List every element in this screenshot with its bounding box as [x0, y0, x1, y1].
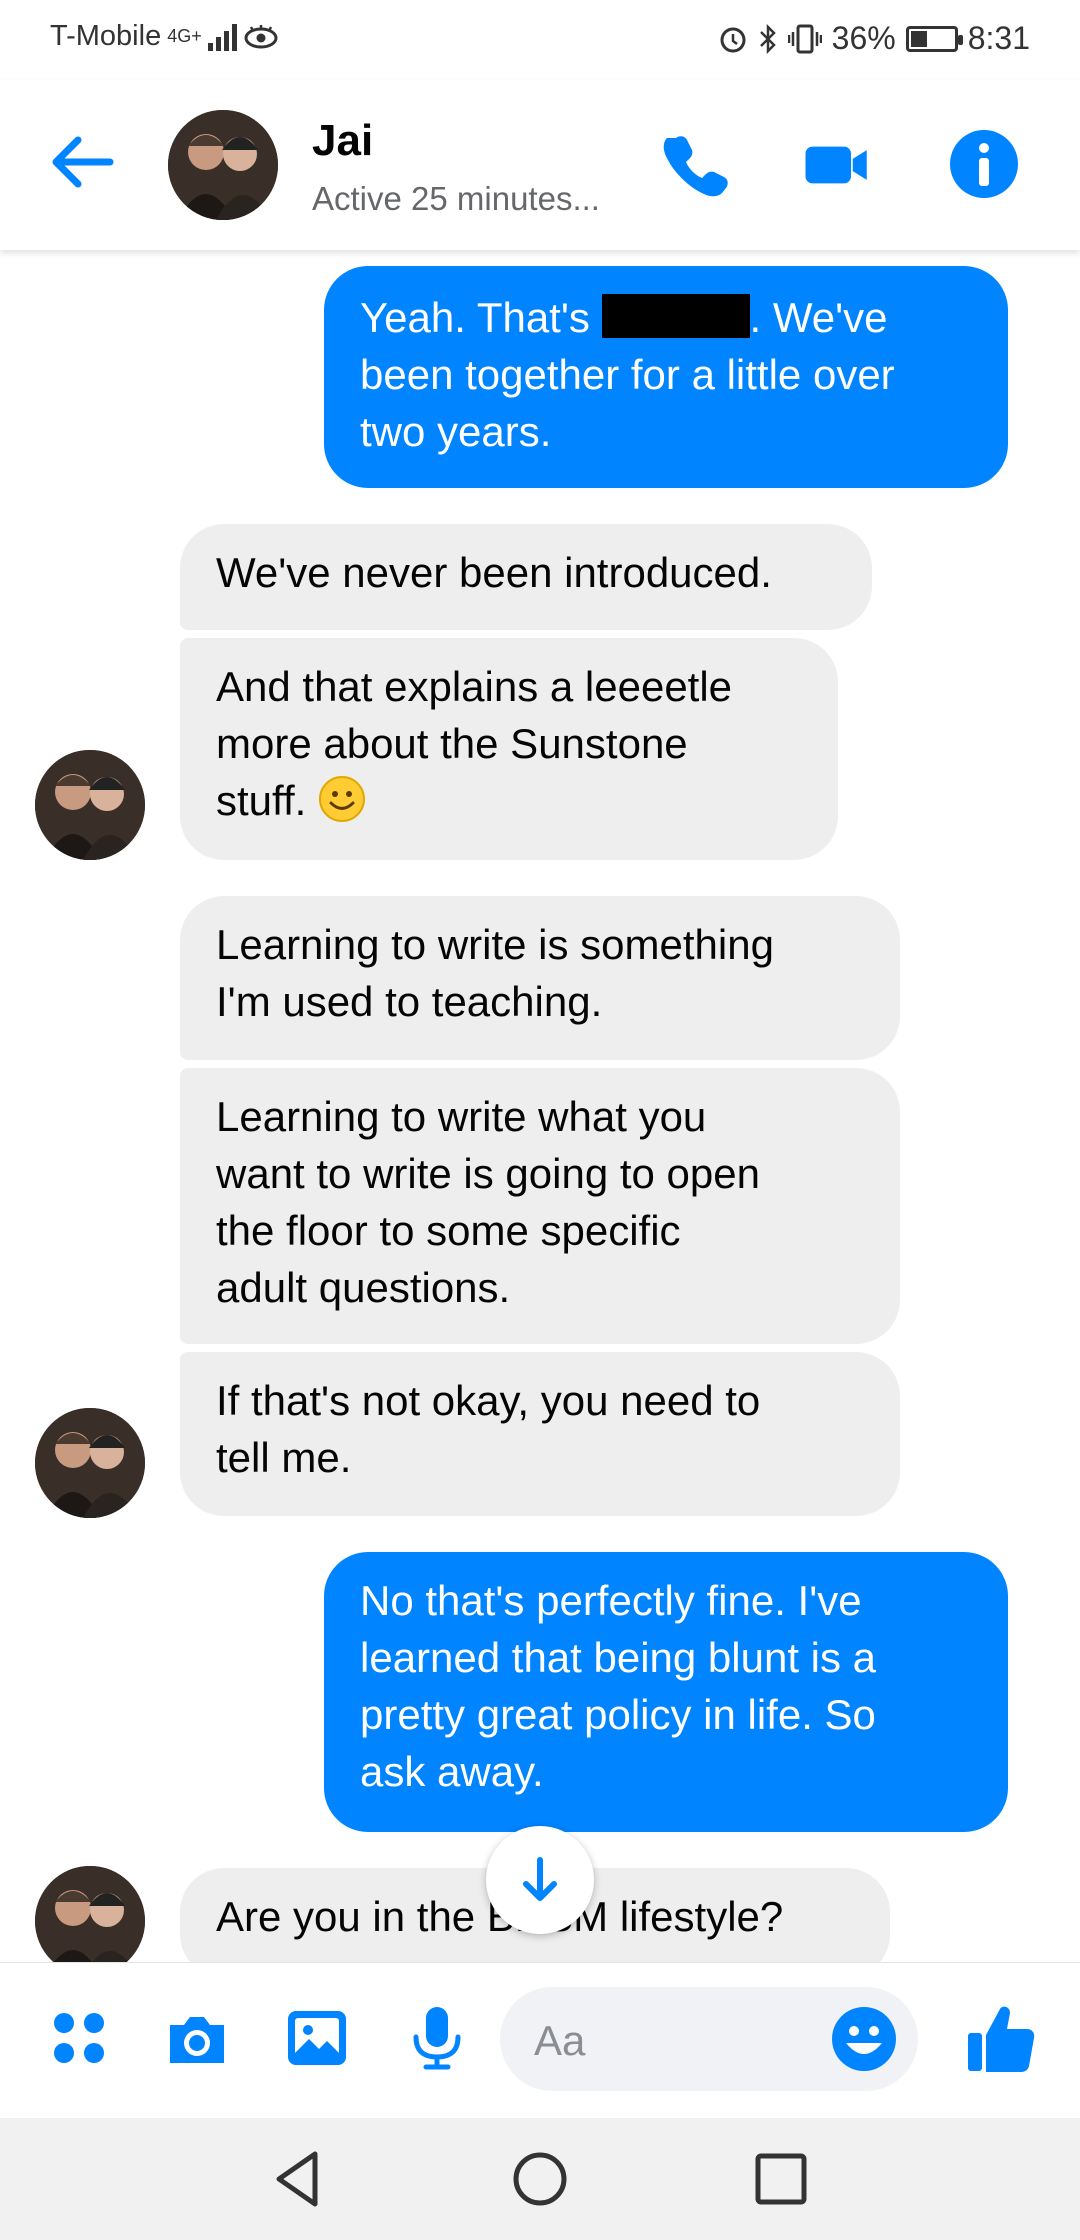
conversation-header: Jai Active 25 minutes...: [0, 80, 1080, 250]
battery-percent: 36%: [831, 20, 896, 56]
message-input-placeholder: Aa: [534, 2017, 586, 2064]
info-icon[interactable]: [948, 128, 1020, 200]
phone-icon[interactable]: [660, 130, 730, 200]
recents-nav-icon[interactable]: [748, 2146, 814, 2212]
eye-icon: [244, 24, 278, 48]
arrow-down-icon: [523, 1857, 557, 1901]
message-input[interactable]: Aa: [500, 1987, 918, 2091]
apps-grid-icon[interactable]: [44, 2003, 114, 2073]
home-nav-icon[interactable]: [507, 2146, 573, 2212]
message-bubble-outgoing[interactable]: No that's perfectly fine. I've learned t…: [324, 1552, 1008, 1832]
signal-icon: [207, 23, 237, 51]
system-navigation-bar: [0, 2118, 1080, 2240]
clock: 8:31: [967, 20, 1030, 56]
contact-avatar[interactable]: [168, 110, 278, 220]
emoji-icon[interactable]: [830, 2005, 898, 2073]
smiley-emoji-icon: [318, 776, 365, 822]
camera-icon[interactable]: [162, 2003, 232, 2073]
message-bubble-incoming[interactable]: We've never been introduced.: [180, 524, 872, 630]
video-call-icon[interactable]: [802, 130, 872, 200]
contact-name[interactable]: Jai: [312, 116, 373, 166]
gallery-icon[interactable]: [282, 2003, 352, 2073]
back-arrow-icon[interactable]: [46, 132, 116, 192]
microphone-icon[interactable]: [402, 2003, 472, 2073]
sender-avatar[interactable]: [35, 750, 145, 860]
sender-avatar[interactable]: [35, 1866, 145, 1976]
back-nav-icon[interactable]: [265, 2146, 331, 2212]
alarm-icon: [720, 27, 746, 52]
vibrate-icon: [787, 24, 822, 53]
battery-icon: [905, 25, 963, 52]
message-bubble-incoming[interactable]: And that explains a leeeetle more about …: [180, 638, 838, 860]
active-status: Active 25 minutes...: [312, 180, 600, 217]
status-bar: T-Mobile 4G+ 36% 8:31: [0, 0, 1080, 80]
message-bubble-incoming[interactable]: Learning to write what you want to write…: [180, 1068, 900, 1344]
sender-avatar[interactable]: [35, 1408, 145, 1518]
carrier-label: T-Mobile: [50, 20, 162, 52]
network-label: 4G+: [167, 26, 202, 46]
message-bubble-incoming[interactable]: Learning to write is something I'm used …: [180, 896, 900, 1060]
message-bubble-incoming[interactable]: If that's not okay, you need to tell me.: [180, 1352, 900, 1516]
message-composer: Aa: [0, 1962, 1080, 2119]
thumbs-up-icon[interactable]: [962, 1999, 1040, 2077]
scroll-to-bottom-button[interactable]: [486, 1826, 594, 1934]
bluetooth-icon: [759, 23, 776, 54]
message-bubble-outgoing[interactable]: Yeah. That's . We've been together for a…: [324, 266, 1008, 488]
redacted-block: [601, 294, 750, 338]
